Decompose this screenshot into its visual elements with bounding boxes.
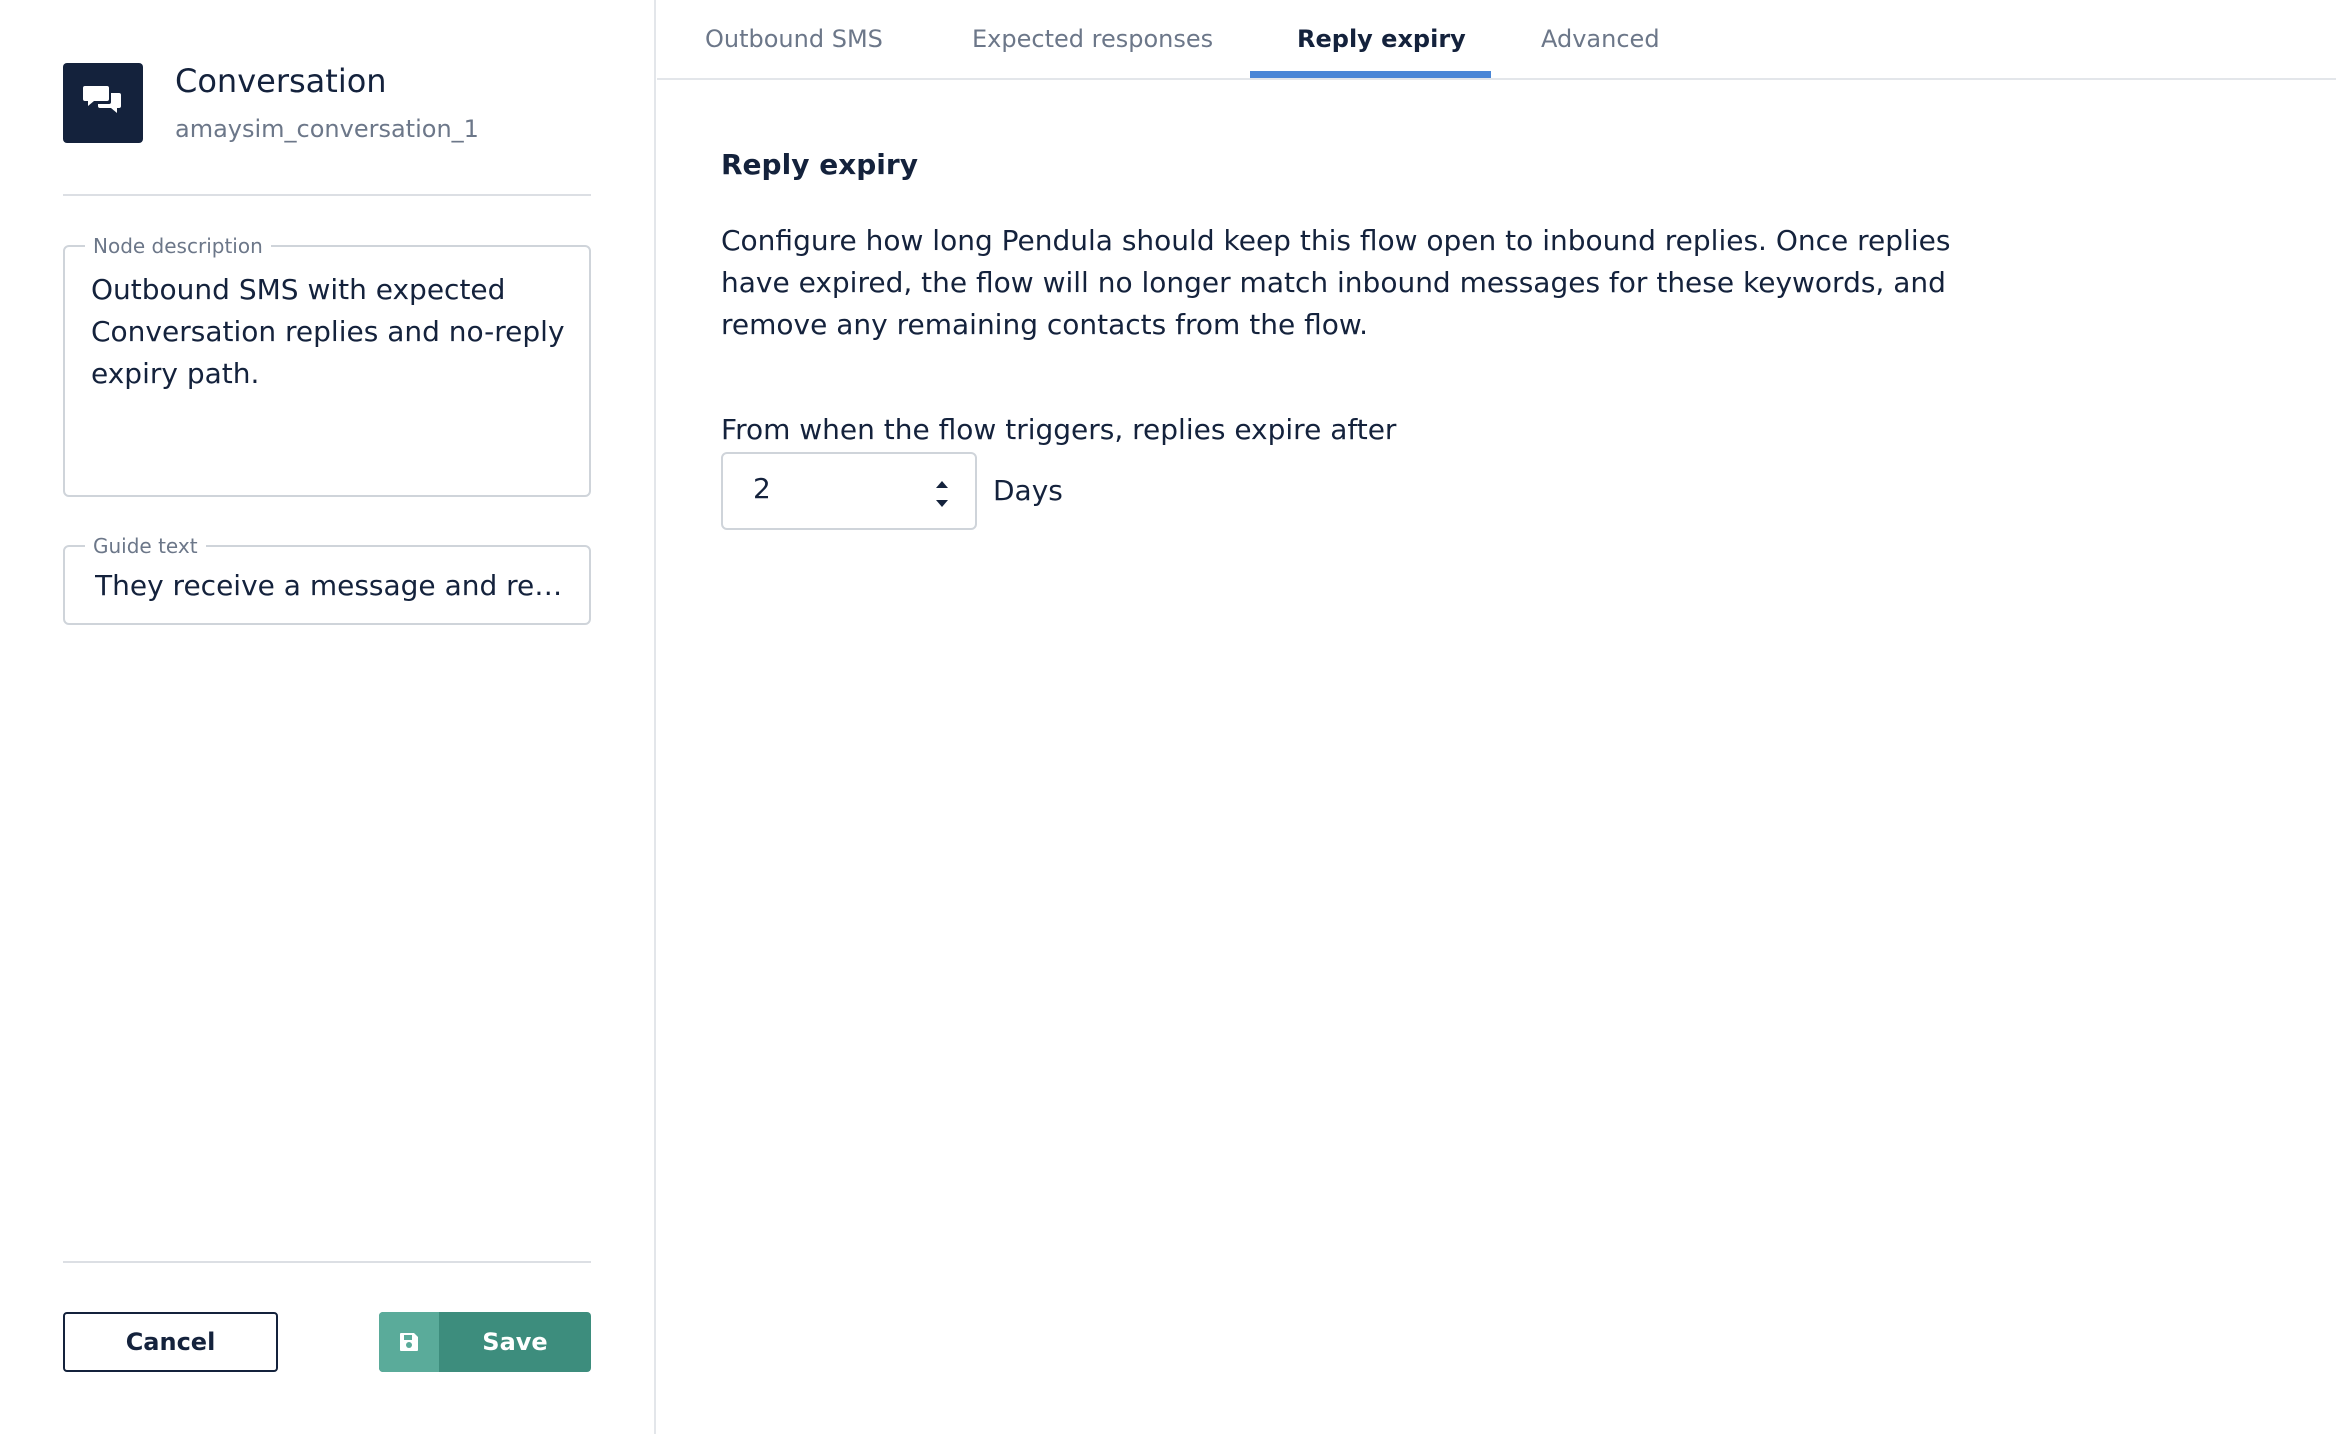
tab-advanced[interactable]: Advanced [1541, 0, 1660, 78]
stepper-arrows-icon[interactable] [928, 474, 956, 514]
tab-expected-responses[interactable]: Expected responses [972, 0, 1213, 78]
divider [63, 194, 591, 196]
save-button-label: Save [482, 1328, 548, 1356]
node-id: amaysim_conversation_1 [175, 115, 479, 143]
section-description: Configure how long Pendula should keep t… [721, 224, 1951, 341]
active-tab-indicator [1250, 71, 1491, 78]
expiry-unit-label: Days [993, 474, 1063, 507]
guide-text-field[interactable]: Guide text They receive a message and re… [63, 534, 591, 625]
node-description-label: Node description [85, 234, 271, 258]
node-description-field[interactable]: Node description Outbound SMS with expec… [63, 234, 591, 497]
node-settings-panel: Conversation amaysim_conversation_1 Node… [0, 0, 656, 1434]
node-type-badge [63, 63, 143, 143]
tab-reply-expiry[interactable]: Reply expiry [1297, 0, 1466, 78]
floppy-disk-icon [379, 1312, 439, 1372]
save-button[interactable]: Save [379, 1312, 591, 1372]
chat-bubbles-icon [83, 83, 123, 123]
tab-outbound-sms[interactable]: Outbound SMS [705, 0, 883, 78]
guide-text-input[interactable]: They receive a message and reply.. [95, 567, 565, 605]
section-title: Reply expiry [721, 148, 918, 181]
guide-text-label: Guide text [85, 534, 206, 558]
node-title: Conversation [175, 62, 387, 100]
node-description-textarea[interactable]: Outbound SMS with expected Conversation … [91, 269, 565, 395]
expiry-days-stepper[interactable]: 2 [721, 452, 977, 530]
expiry-label: From when the flow triggers, replies exp… [721, 413, 1397, 446]
expiry-days-value[interactable]: 2 [753, 472, 771, 505]
cancel-button[interactable]: Cancel [63, 1312, 278, 1372]
tab-bar: Outbound SMS Expected responses Reply ex… [657, 0, 2336, 80]
divider [63, 1261, 591, 1263]
